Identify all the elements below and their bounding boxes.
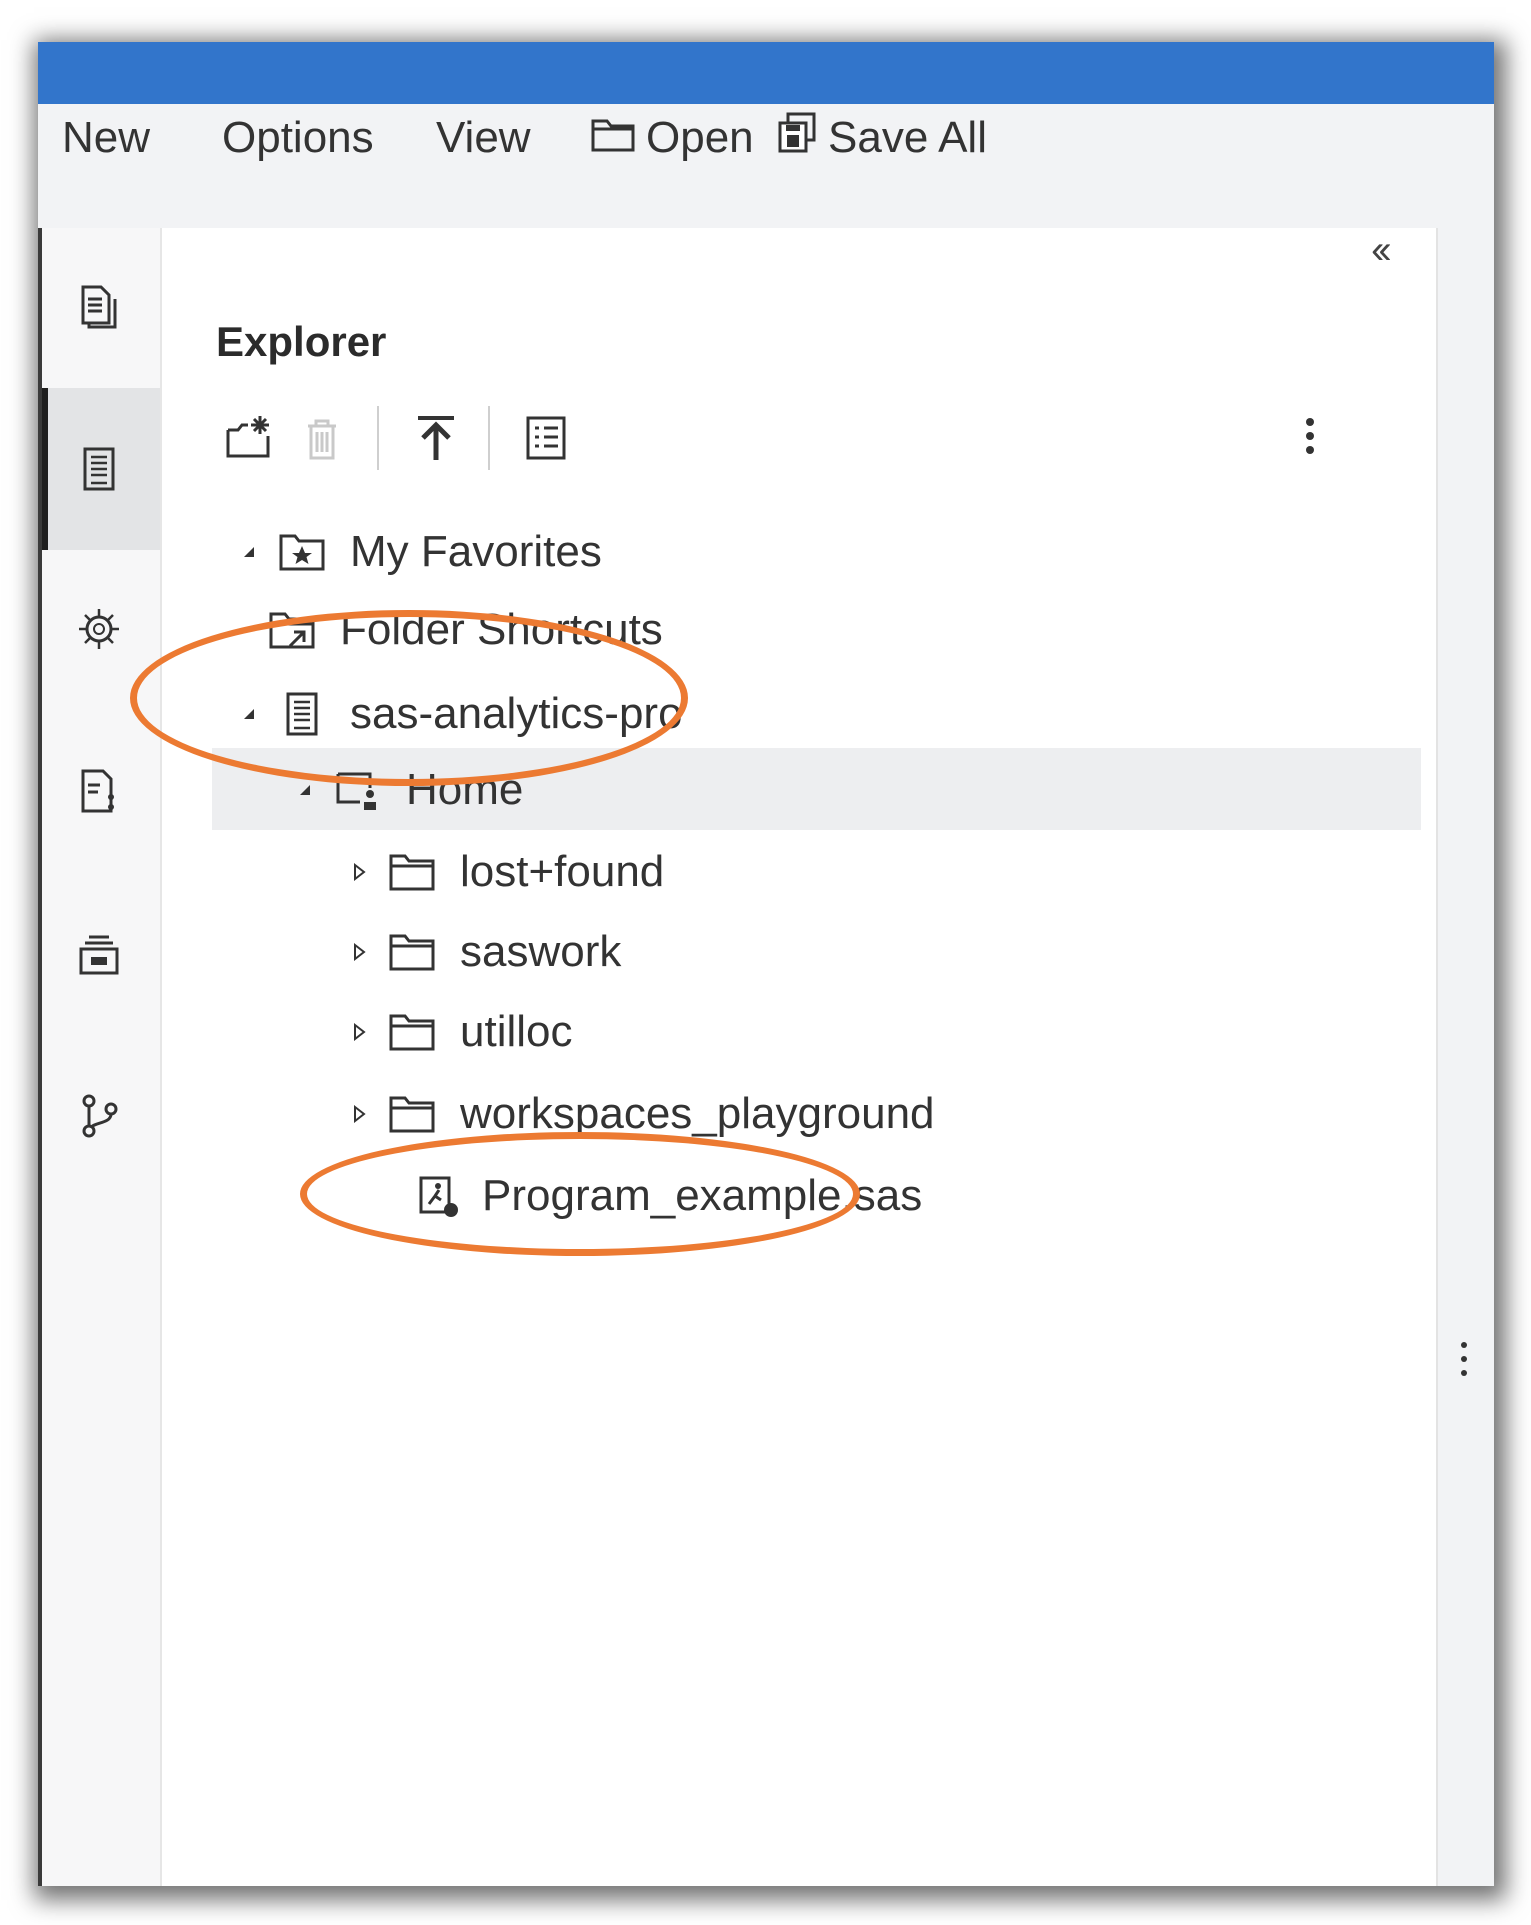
tree-item-label: My Favorites [350, 527, 602, 576]
tree-item-my-favorites[interactable]: My Favorites [236, 522, 602, 582]
tree-item-home[interactable]: Home [292, 760, 523, 820]
explorer-icon[interactable] [74, 444, 124, 494]
folder-icon [386, 846, 438, 898]
save-all-button[interactable]: Save All [776, 108, 987, 168]
splitter-handle-icon[interactable] [1457, 1342, 1471, 1392]
folder-open-icon [590, 113, 636, 164]
expanded-caret-icon[interactable] [292, 777, 318, 803]
tree-item-label: sas-analytics-pro [350, 689, 683, 738]
folder-icon [386, 1006, 438, 1058]
menu-options[interactable]: Options [222, 108, 374, 168]
open-button[interactable]: Open [590, 108, 754, 168]
git-branch-icon[interactable] [74, 1090, 124, 1140]
tree-item-label: saswork [460, 927, 622, 976]
toolbar-separator [488, 406, 490, 470]
expanded-caret-icon[interactable] [236, 701, 262, 727]
tree-item-folder[interactable]: utilloc [346, 1002, 573, 1062]
tree-item-folder-shortcuts[interactable]: Folder Shortcuts [266, 600, 663, 660]
favorites-folder-icon [276, 526, 328, 578]
folder-icon [386, 1088, 438, 1140]
collapse-panel-icon[interactable]: ‹‹ [1371, 228, 1391, 273]
app-window: New Options View Open Save All ‹‹ Explor… [38, 42, 1494, 1886]
right-splitter[interactable] [1436, 228, 1494, 1886]
collapsed-caret-icon[interactable] [346, 1101, 372, 1127]
properties-icon[interactable] [520, 412, 572, 464]
save-all-icon [776, 111, 818, 166]
tree-item-program-file[interactable]: Program_example.sas [414, 1166, 922, 1226]
menu-view-label: View [436, 113, 531, 162]
more-options-icon[interactable] [1303, 418, 1317, 466]
snippets-icon[interactable] [74, 766, 124, 816]
tree-item-folder[interactable]: lost+found [346, 842, 664, 902]
rail-active-indicator [42, 388, 48, 550]
delete-icon[interactable] [296, 412, 348, 464]
menu-options-label: Options [222, 113, 374, 162]
server-icon [276, 688, 328, 740]
open-label: Open [646, 113, 754, 162]
tree-item-label: utilloc [460, 1007, 573, 1056]
folder-icon [386, 926, 438, 978]
explorer-title: Explorer [216, 318, 387, 365]
menu-new[interactable]: New [62, 108, 150, 168]
toolbar-separator [377, 406, 379, 470]
folder-shortcut-icon [266, 604, 318, 656]
target-icon[interactable] [74, 604, 124, 654]
libraries-icon[interactable] [74, 930, 124, 980]
title-bar [38, 42, 1494, 104]
tree-item-server[interactable]: sas-analytics-pro [236, 684, 683, 744]
tree-item-label: Folder Shortcuts [340, 605, 663, 654]
tree-item-folder[interactable]: workspaces_playground [346, 1084, 935, 1144]
tree-item-label: Home [406, 765, 524, 814]
tree-item-folder[interactable]: saswork [346, 922, 621, 982]
menu-view[interactable]: View [436, 108, 531, 168]
tree-item-label: workspaces_playground [460, 1089, 935, 1138]
tree-item-label: lost+found [460, 847, 665, 896]
home-folder-icon [332, 764, 384, 816]
sas-program-icon [414, 1170, 466, 1222]
new-folder-icon[interactable] [224, 412, 276, 464]
collapsed-caret-icon[interactable] [346, 939, 372, 965]
upload-icon[interactable] [410, 412, 462, 464]
collapsed-caret-icon[interactable] [346, 859, 372, 885]
save-all-label: Save All [828, 113, 987, 162]
menu-new-label: New [62, 113, 151, 162]
open-items-icon[interactable] [74, 282, 124, 332]
collapsed-caret-icon[interactable] [346, 1019, 372, 1045]
tree-item-label: Program_example.sas [482, 1171, 923, 1220]
expanded-caret-icon[interactable] [236, 539, 262, 565]
